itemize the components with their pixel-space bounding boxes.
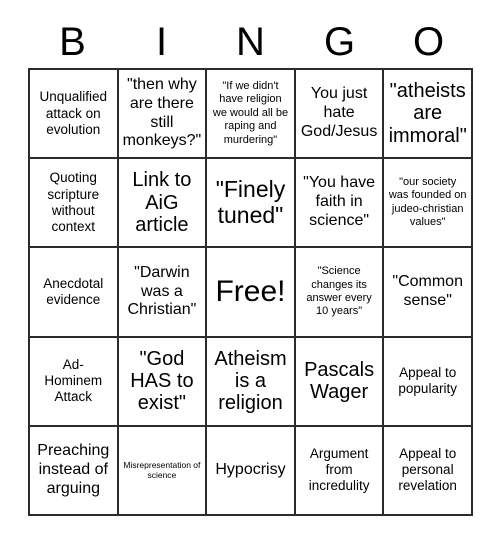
bingo-cell[interactable]: Argument from incredulity [295, 426, 385, 516]
bingo-cell[interactable]: Anecdotal evidence [30, 248, 119, 338]
bingo-cell-label: Quoting scripture without context [47, 170, 100, 234]
bingo-cell-label: "Common sense" [392, 273, 463, 309]
bingo-cell-label: You just hate God/Jesus [300, 85, 378, 141]
bingo-cell[interactable]: Hypocrisy [207, 426, 296, 516]
bingo-cell[interactable]: "our society was founded on judeo-christ… [384, 159, 473, 249]
bingo-header-letter-g: G [323, 20, 356, 64]
bingo-cell[interactable]: Quoting scripture without context [30, 159, 119, 249]
bingo-cell-label: "our society was founded on judeo-christ… [388, 175, 467, 229]
bingo-cell-label: Ad-Hominem Attack [44, 356, 103, 405]
bingo-header-letter-b: B [59, 20, 86, 64]
bingo-cell-label: "then why are there still monkeys?" [122, 75, 202, 150]
bingo-card: B I N G O Unqualified attack on evolutio… [0, 0, 500, 544]
bingo-cell-label: Appeal to personal revelation [398, 446, 457, 494]
bingo-header-letter-n: N [236, 20, 265, 64]
bingo-cell-label: Argument from incredulity [308, 446, 370, 494]
bingo-cell-label: Misrepresentation of science [123, 459, 201, 481]
bingo-cell-label: Free! [215, 275, 286, 309]
bingo-cell-label: "If we didn't have religion we would all… [212, 80, 289, 146]
bingo-cell[interactable]: Ad-Hominem Attack [30, 337, 119, 427]
bingo-grid: Unqualified attack on evolution "then wh… [28, 68, 473, 516]
bingo-cell-label: "atheists are immoral" [388, 80, 467, 147]
bingo-cell-label: "Darwin was a Christian" [127, 263, 197, 319]
bingo-cell[interactable]: "Darwin was a Christian" [118, 248, 208, 338]
bingo-header-row: B I N G O [28, 16, 473, 68]
bingo-cell[interactable]: "then why are there still monkeys?" [118, 70, 208, 160]
bingo-cell[interactable]: Unqualified attack on evolution [30, 70, 119, 160]
bingo-cell[interactable]: "If we didn't have religion we would all… [207, 70, 296, 160]
bingo-cell[interactable]: "God HAS to exist" [118, 337, 208, 427]
bingo-cell-label: Appeal to popularity [398, 365, 457, 397]
bingo-cell-label: Pascals Wager [304, 358, 375, 404]
bingo-cell-label: Preaching instead of arguing [37, 442, 110, 497]
bingo-cell-label: "You have faith in science" [303, 174, 375, 230]
bingo-cell-label: Link to AiG article [132, 169, 192, 236]
bingo-cell[interactable]: Atheism is a religion [207, 337, 296, 427]
bingo-cell-label: "Finely tuned" [215, 176, 286, 228]
bingo-cell-label: Unqualified attack on evolution [39, 89, 108, 137]
bingo-cell[interactable]: Link to AiG article [118, 159, 208, 249]
bingo-cell[interactable]: "Common sense" [384, 248, 473, 338]
bingo-cell-free[interactable]: Free! [207, 248, 296, 338]
bingo-cell-label: "Science changes its answer every 10 yea… [306, 265, 372, 318]
bingo-cell[interactable]: Misrepresentation of science [118, 426, 208, 516]
bingo-cell-label: "God HAS to exist" [130, 347, 194, 415]
bingo-cell[interactable]: Pascals Wager [295, 337, 385, 427]
bingo-cell-label: Atheism is a religion [214, 347, 287, 415]
bingo-cell[interactable]: "Finely tuned" [207, 159, 296, 249]
bingo-cell-label: Hypocrisy [215, 460, 286, 478]
bingo-cell[interactable]: Preaching instead of arguing [30, 426, 119, 516]
bingo-cell-label: Anecdotal evidence [43, 275, 104, 307]
bingo-header-letter-o: O [412, 20, 445, 64]
bingo-header-letter-i: I [155, 20, 168, 64]
bingo-cell[interactable]: "atheists are immoral" [384, 70, 473, 160]
bingo-cell[interactable]: "You have faith in science" [295, 159, 385, 249]
bingo-cell[interactable]: "Science changes its answer every 10 yea… [295, 248, 385, 338]
bingo-cell[interactable]: You just hate God/Jesus [295, 70, 385, 160]
bingo-cell[interactable]: Appeal to popularity [384, 337, 473, 427]
bingo-cell[interactable]: Appeal to personal revelation [384, 426, 473, 516]
